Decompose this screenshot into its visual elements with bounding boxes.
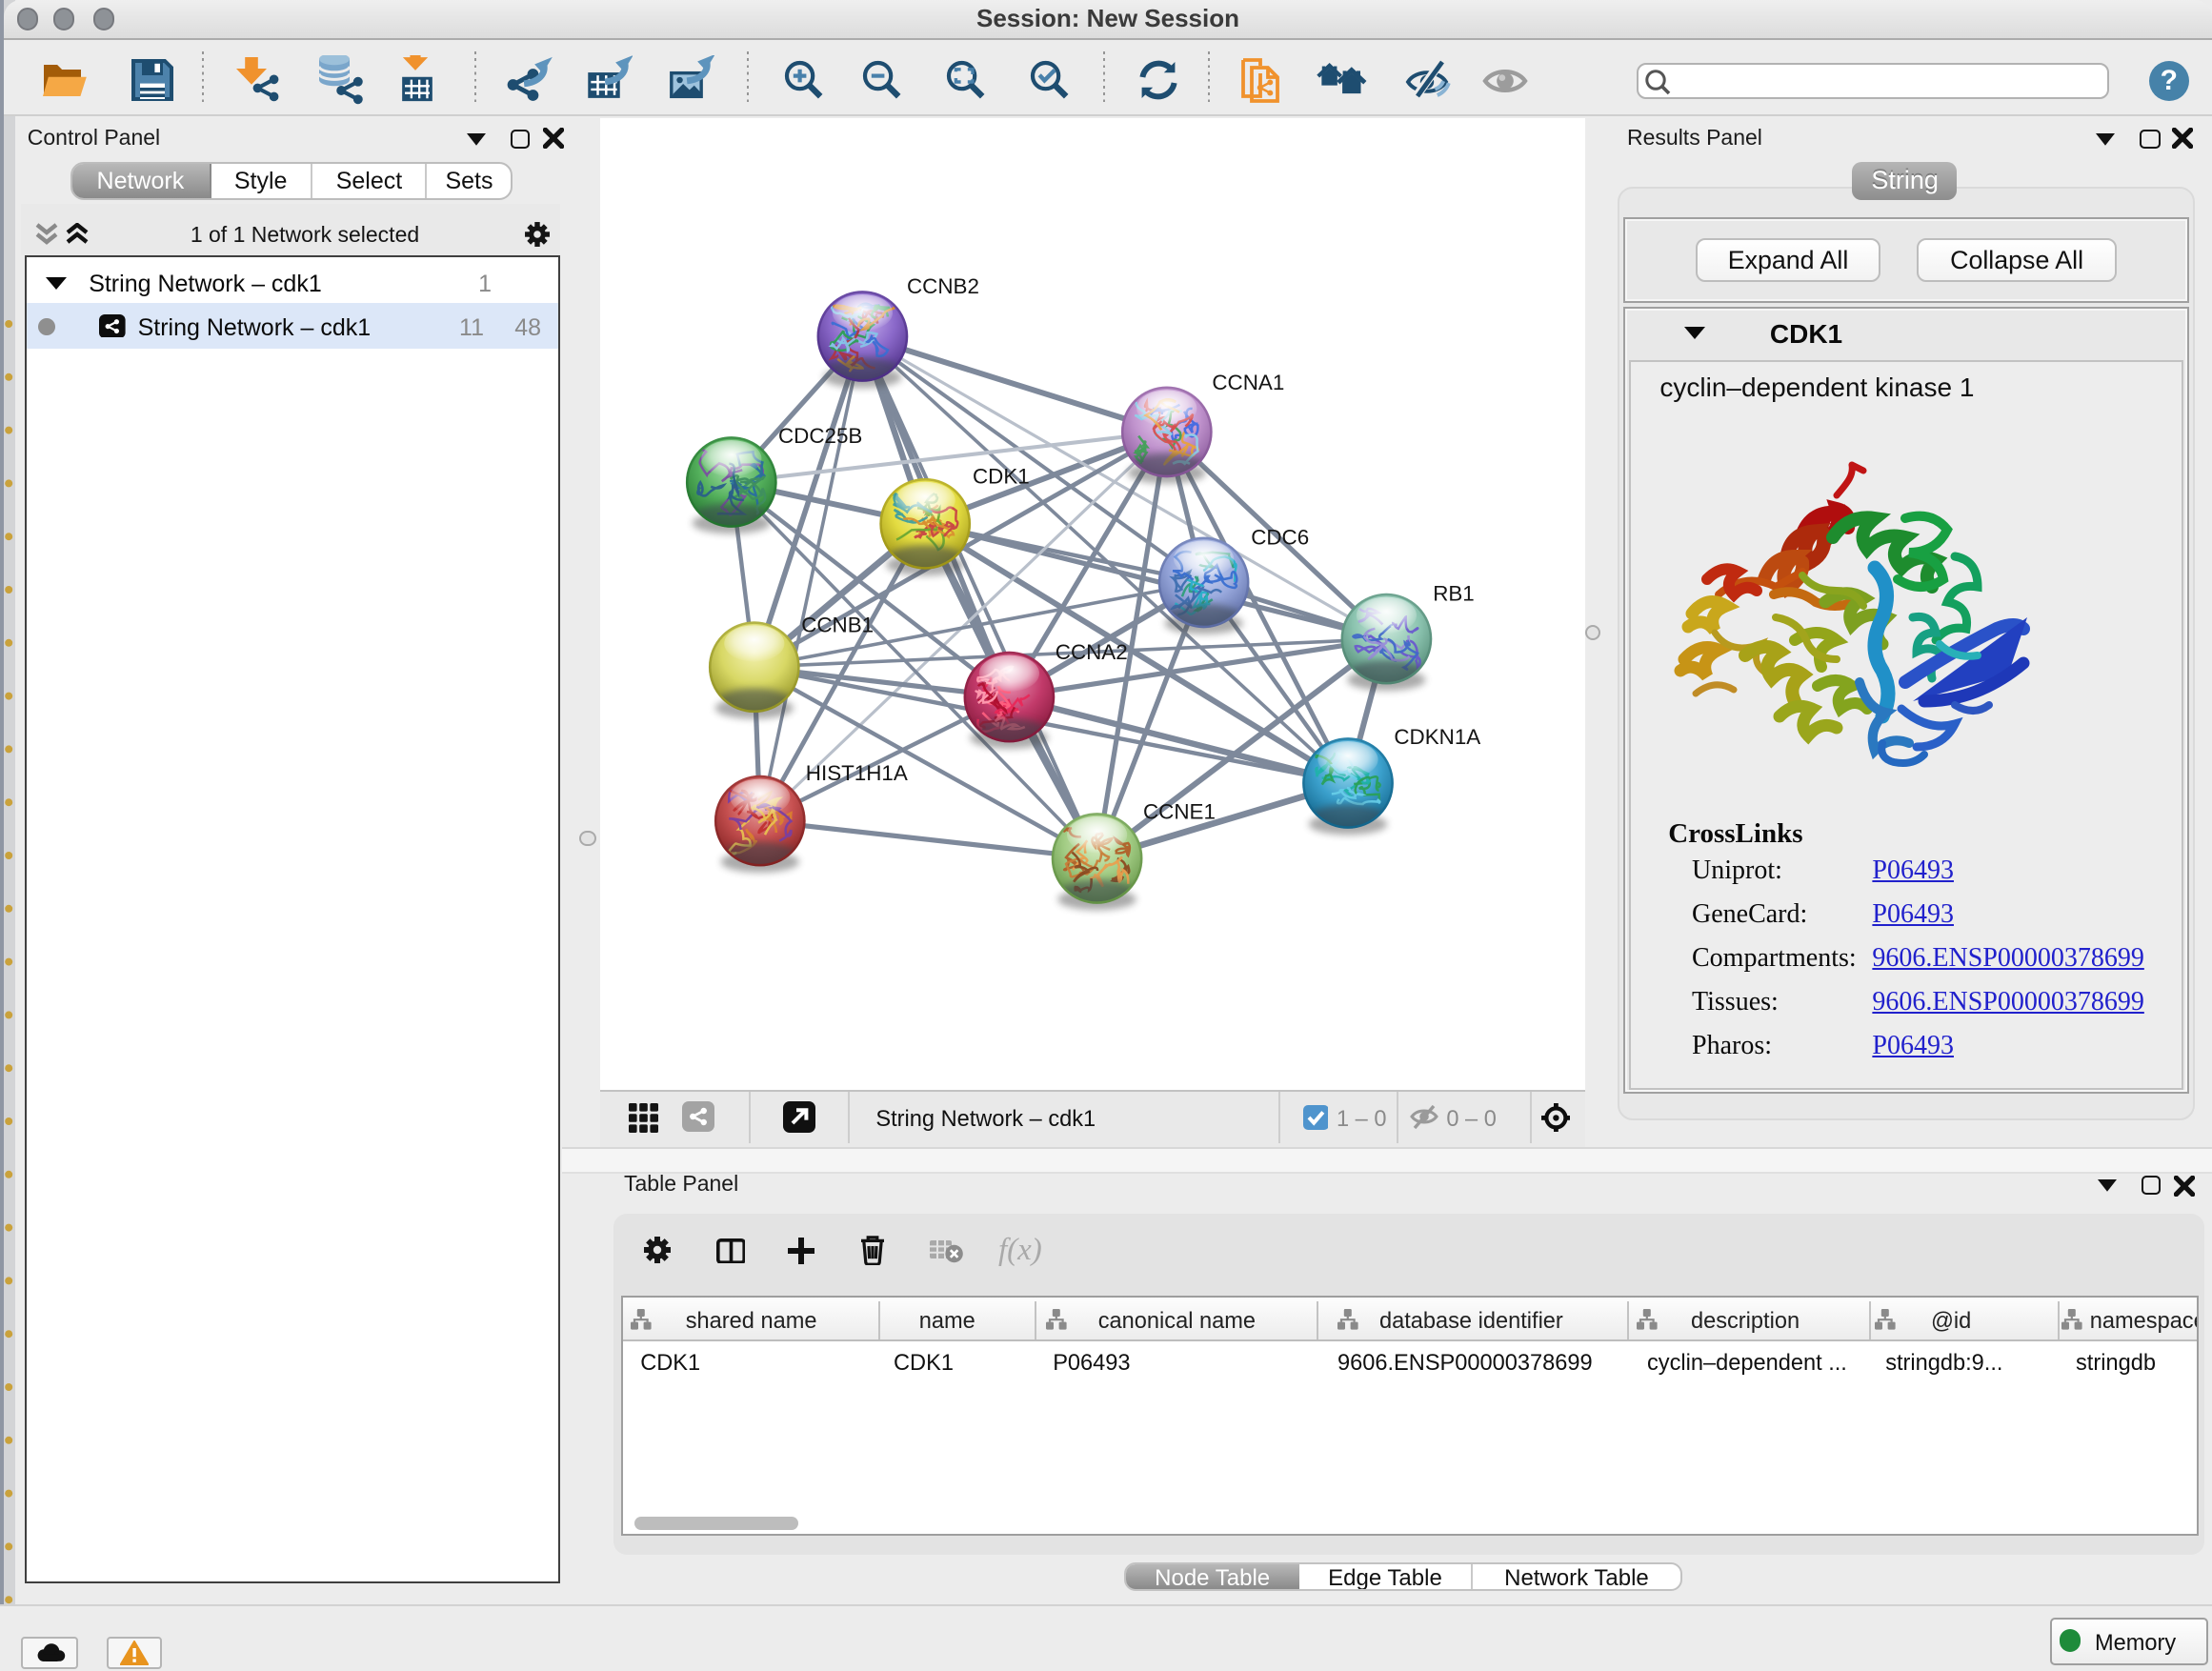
svg-text:CCNB1: CCNB1 [800,613,873,636]
svg-text:RB1: RB1 [1432,581,1474,605]
svg-text:HIST1H1A: HIST1H1A [805,760,907,784]
svg-text:CDC6: CDC6 [1250,524,1308,548]
svg-text:CDC25B: CDC25B [777,423,861,447]
svg-text:CCNB2: CCNB2 [906,273,978,297]
svg-text:CCNA2: CCNA2 [1055,639,1127,663]
svg-text:CDKN1A: CDKN1A [1393,724,1479,748]
svg-text:CCNE1: CCNE1 [1142,799,1215,823]
svg-text:CCNA1: CCNA1 [1211,370,1283,393]
svg-text:CDK1: CDK1 [972,463,1029,487]
